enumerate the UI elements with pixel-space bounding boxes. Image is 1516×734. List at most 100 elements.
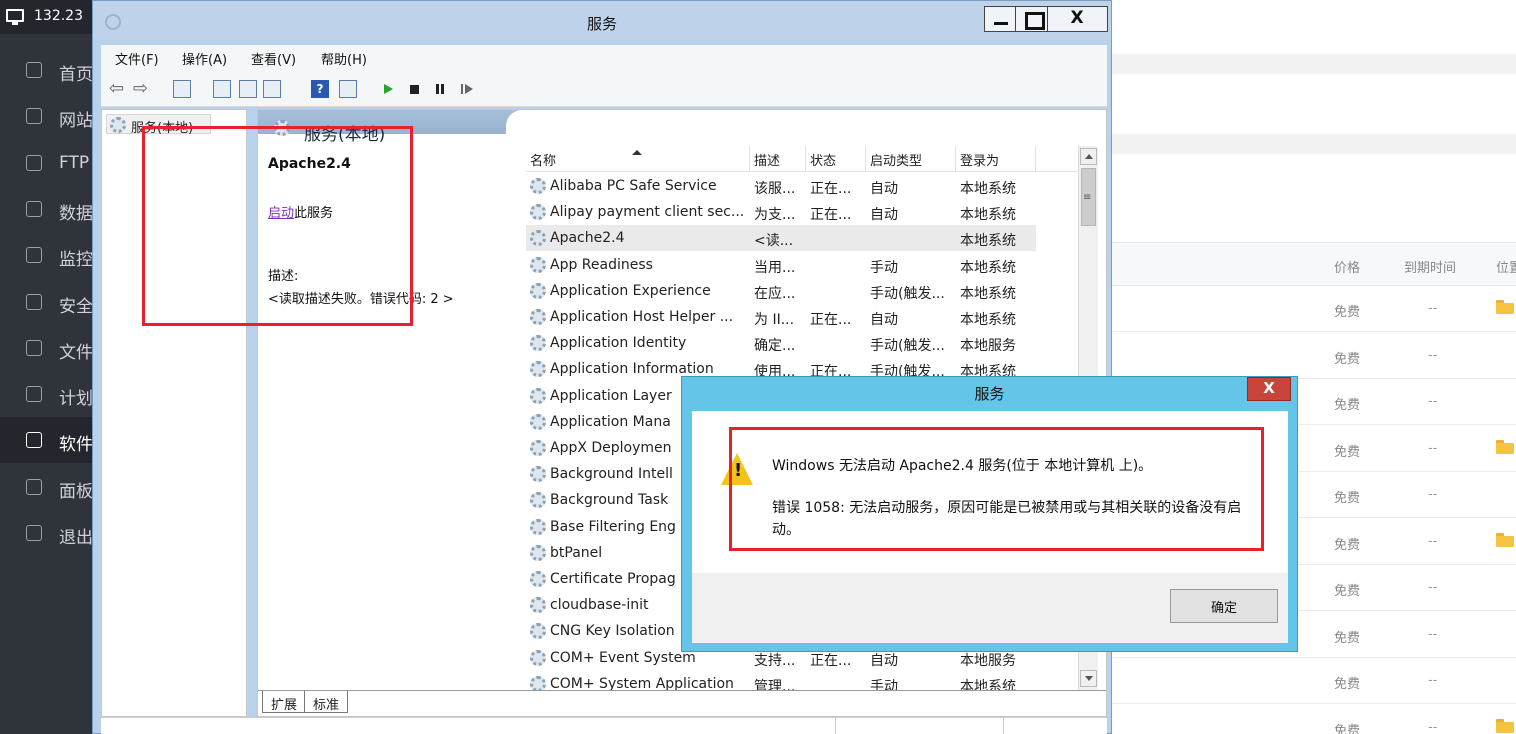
status-bar <box>101 717 1107 734</box>
monitor-icon <box>6 9 24 25</box>
menu-action[interactable]: 操作(A) <box>182 49 227 68</box>
row-expire: -- <box>1428 347 1438 363</box>
close-button[interactable]: X <box>1048 6 1108 32</box>
bg-band <box>1110 134 1516 154</box>
menu-file[interactable]: 文件(F) <box>115 49 159 68</box>
close-icon: X <box>1070 8 1084 28</box>
service-logon: 本地系统 <box>956 225 1036 252</box>
col-logon[interactable]: 登录为 <box>956 146 1036 172</box>
folder-icon[interactable] <box>1496 439 1514 454</box>
sidebar-item-label: 文件 <box>59 342 93 363</box>
export-list-icon[interactable] <box>263 80 281 98</box>
service-row[interactable]: Alipay payment client sec... 为支... 正在... 自动… <box>526 199 1086 225</box>
shield-icon <box>26 293 42 310</box>
gear-icon <box>26 478 42 495</box>
service-desc: 为支... <box>754 207 796 224</box>
sidebar-item[interactable]: 数据 <box>0 186 95 232</box>
ok-button[interactable]: 确定 <box>1170 589 1278 623</box>
forward-icon[interactable]: ⇨ <box>133 80 151 98</box>
error-dialog: 服务 X ! Windows 无法启动 Apache2.4 服务(位于 本地计算… <box>681 376 1298 652</box>
service-name: Application Identity <box>550 335 687 352</box>
sidebar-item[interactable]: 文件 <box>0 325 95 371</box>
service-desc: 该服... <box>754 181 796 197</box>
sidebar-item[interactable]: 退出 <box>0 510 95 556</box>
folder-icon[interactable] <box>1496 300 1514 314</box>
sidebar-item[interactable]: FTP <box>0 140 95 186</box>
row-expire: -- <box>1428 673 1438 688</box>
service-status <box>806 252 866 278</box>
sidebar-item-label: 首页 <box>59 65 93 85</box>
menu-help[interactable]: 帮助(H) <box>321 49 367 68</box>
start-service-icon[interactable] <box>379 80 397 98</box>
monitor-icon <box>26 247 42 264</box>
service-row[interactable]: App Readiness 当用... 手动 本地系统 <box>526 252 1086 278</box>
list-region-bg <box>506 110 1106 146</box>
col-name[interactable]: 名称 <box>526 146 750 172</box>
service-startup: 手动(触发... <box>870 338 945 355</box>
row-price: 免费 <box>1334 491 1361 506</box>
show-console-tree-icon[interactable] <box>173 80 191 98</box>
service-row[interactable]: Application Identity 确定... 手动(触发... 本地服务 <box>526 330 1086 356</box>
service-row[interactable]: Apache2.4 <读... 本地系统 <box>526 225 1086 252</box>
service-name: Alipay payment client sec... <box>550 204 745 221</box>
row-price: 免费 <box>1334 723 1361 734</box>
tab-standard[interactable]: 标准 <box>304 691 349 713</box>
pause-service-icon[interactable] <box>431 80 449 98</box>
service-row[interactable]: Application Host Helper ... 为 II... 正在... 自… <box>526 304 1086 330</box>
col-status[interactable]: 状态 <box>806 146 866 172</box>
properties-icon[interactable] <box>213 80 231 98</box>
maximize-button[interactable] <box>1016 6 1048 32</box>
service-status: 正在... <box>810 312 852 328</box>
col-desc[interactable]: 描述 <box>750 146 806 172</box>
help-icon[interactable]: ? <box>311 80 329 98</box>
action-pane-icon[interactable] <box>339 80 357 98</box>
sidebar-item[interactable]: 面板 <box>0 464 95 510</box>
folder-icon[interactable] <box>1496 718 1514 733</box>
scroll-up-icon[interactable] <box>1080 148 1097 165</box>
tab-extended[interactable]: 扩展 <box>262 691 307 713</box>
sidebar-item[interactable]: 计划 <box>0 371 95 417</box>
sidebar-item[interactable]: 安全 <box>0 279 95 325</box>
sidebar-item[interactable]: 软件 <box>0 417 95 464</box>
folder-icon[interactable] <box>1496 532 1514 547</box>
service-startup: 手动 <box>870 259 898 276</box>
row-expire: -- <box>1428 626 1438 642</box>
row-price: 免费 <box>1334 584 1361 599</box>
sidebar-item-label: 网站 <box>59 111 93 132</box>
bg-table-row: 免费 -- <box>1110 658 1516 704</box>
restart-service-icon[interactable] <box>457 80 475 98</box>
bg-table-row: 免费 -- <box>1110 705 1516 734</box>
service-row[interactable]: Alibaba PC Safe Service 该服... 正在... 自动 本地系统 <box>526 173 1086 199</box>
service-status: 正在... <box>810 181 852 197</box>
minimize-button[interactable] <box>984 6 1016 32</box>
col-expire: 到期时间 <box>1404 261 1457 276</box>
service-desc: 当用... <box>754 259 796 276</box>
service-gear-icon <box>530 675 546 690</box>
stop-service-icon[interactable] <box>405 80 423 98</box>
scroll-down-icon[interactable] <box>1080 670 1097 687</box>
window-titlebar[interactable]: 服务 X <box>93 1 1111 39</box>
home-icon <box>26 62 42 78</box>
sidebar-item[interactable]: 监控 <box>0 232 95 278</box>
service-logon: 本地系统 <box>960 259 1016 276</box>
service-row[interactable]: Application Experience 在应... 手动(触发... 本地系统 <box>526 278 1086 304</box>
menu-view[interactable]: 查看(V) <box>251 49 296 68</box>
dialog-close-button[interactable]: X <box>1247 377 1291 401</box>
service-name: Alibaba PC Safe Service <box>550 178 717 194</box>
dialog-title: 服务 <box>974 385 1005 403</box>
service-row[interactable]: COM+ System Application 管理... 手动 本地系统 <box>526 671 1086 690</box>
service-desc: 确定... <box>754 338 796 355</box>
service-startup: 手动 <box>870 678 898 690</box>
sidebar-item[interactable]: 网站 <box>0 93 95 139</box>
sort-asc-icon <box>632 150 642 155</box>
row-expire: -- <box>1428 719 1438 734</box>
service-logon: 本地系统 <box>960 207 1016 224</box>
back-icon[interactable]: ⇦ <box>109 80 127 98</box>
row-price: 免费 <box>1334 351 1361 367</box>
highlight-box-error <box>729 427 1264 551</box>
sidebar-item-label: FTP <box>59 152 90 173</box>
sidebar-item[interactable]: 首页 <box>0 47 95 93</box>
col-startup[interactable]: 启动类型 <box>866 146 956 172</box>
service-name: Application Host Helper ... <box>550 309 734 325</box>
refresh-icon[interactable] <box>239 80 257 98</box>
